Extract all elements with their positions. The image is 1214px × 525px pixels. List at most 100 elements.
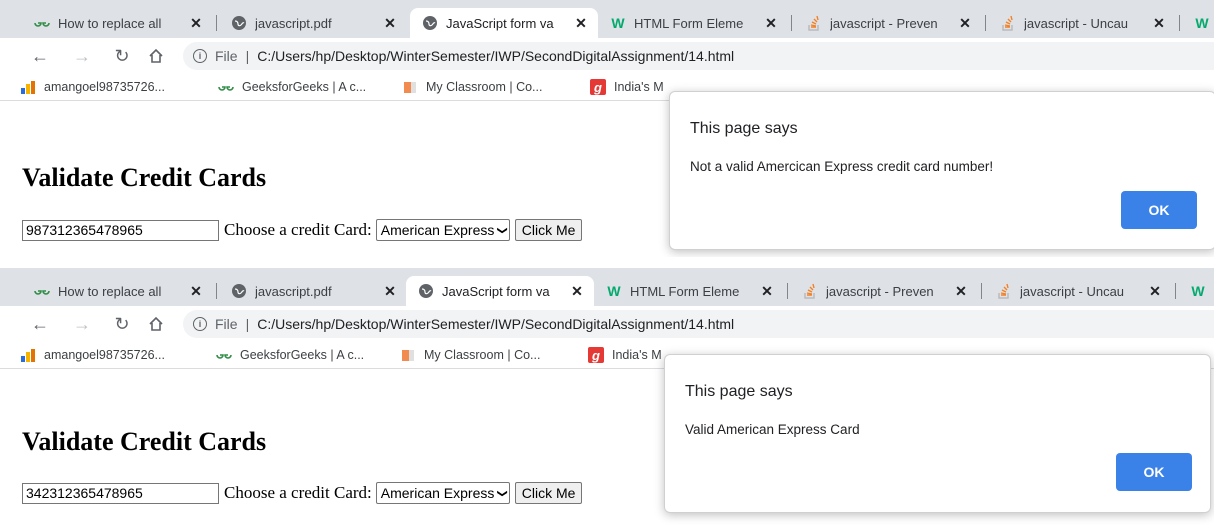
tab-divider <box>1179 15 1180 31</box>
selected-card-type: American Express <box>380 222 495 238</box>
close-icon[interactable]: ✕ <box>381 14 399 32</box>
bookmark-amangoel[interactable]: amangoel98735726... <box>20 79 165 95</box>
address-bar[interactable]: i File | C:/Users/hp/Desktop/WinterSemes… <box>183 310 1214 338</box>
home-icon[interactable] <box>144 44 168 68</box>
tab-divider <box>216 15 217 31</box>
tab-stackoverflow-uncaught[interactable]: javascript - Uncau ✕ <box>988 8 1176 38</box>
tab-label: How to replace all <box>58 15 162 31</box>
w3schools-icon: W <box>1195 15 1209 31</box>
close-icon[interactable]: ✕ <box>1150 14 1168 32</box>
tab-w3schools-partial[interactable]: W <box>1178 276 1214 306</box>
bookmark-amangoel[interactable]: amangoel98735726... <box>20 347 165 363</box>
address-bar[interactable]: i File | C:/Users/hp/Desktop/WinterSemes… <box>183 42 1214 70</box>
card-number-input[interactable]: 987312365478965 <box>22 219 219 241</box>
alert-dialog: This page says Not a valid Amercican Exp… <box>669 91 1214 250</box>
globe-icon <box>418 283 434 299</box>
close-icon[interactable]: ✕ <box>187 14 205 32</box>
browser-window-1: How to replace all ✕ javascript.pdf ✕ Ja… <box>0 0 1214 257</box>
close-icon[interactable]: ✕ <box>762 14 780 32</box>
geeksforgeeks-icon <box>218 79 234 95</box>
chevron-down-icon: ❯ <box>497 225 509 235</box>
card-form: 987312365478965 Choose a credit Card: Am… <box>22 219 583 241</box>
close-icon[interactable]: ✕ <box>572 14 590 32</box>
page-title: Validate Credit Cards <box>22 427 267 456</box>
analytics-icon <box>20 79 36 95</box>
tab-stackoverflow-prevent[interactable]: javascript - Preven ✕ <box>790 276 978 306</box>
address-toolbar: ← → ↻ i File | C:/Users/hp/Desktop/Winte… <box>0 306 1214 342</box>
geeksforgeeks-icon <box>216 347 232 363</box>
stackoverflow-icon <box>806 15 822 31</box>
close-icon[interactable]: ✕ <box>568 282 586 300</box>
tab-label: javascript - Preven <box>830 15 938 31</box>
stackoverflow-icon <box>1000 15 1016 31</box>
url-text: C:/Users/hp/Desktop/WinterSemester/IWP/S… <box>257 48 735 64</box>
tab-w3schools-partial[interactable]: W <box>1182 8 1214 38</box>
page-title: Validate Credit Cards <box>22 163 267 192</box>
info-icon[interactable]: i <box>193 49 207 63</box>
stackoverflow-icon <box>996 283 1012 299</box>
tab-javascript-form-active[interactable]: JavaScript form va ✕ <box>406 276 594 306</box>
card-type-select[interactable]: American Express ❯ <box>375 219 510 241</box>
tab-divider <box>787 283 788 299</box>
tab-gfg-replace[interactable]: How to replace all ✕ <box>22 276 213 306</box>
scheme-divider: | <box>245 316 250 332</box>
tab-gfg-replace[interactable]: How to replace all ✕ <box>22 8 213 38</box>
ok-button[interactable]: OK <box>1121 191 1197 229</box>
close-icon[interactable]: ✕ <box>956 14 974 32</box>
tab-strip: How to replace all ✕ javascript.pdf ✕ Ja… <box>0 268 1214 306</box>
tab-label: How to replace all <box>58 283 162 299</box>
w3schools-icon: W <box>611 15 625 31</box>
scheme-divider: | <box>245 48 250 64</box>
tab-w3schools-form[interactable]: W HTML Form Eleme ✕ <box>594 276 784 306</box>
dialog-message: Not a valid Amercican Express credit car… <box>690 159 994 174</box>
info-icon[interactable]: i <box>193 317 207 331</box>
back-arrow-icon[interactable]: ← <box>28 44 52 68</box>
tab-w3schools-form[interactable]: W HTML Form Eleme ✕ <box>598 8 788 38</box>
tab-stackoverflow-uncaught[interactable]: javascript - Uncau ✕ <box>984 276 1172 306</box>
bookmark-geeksforgeeks[interactable]: GeeksforGeeks | A c... <box>216 347 364 363</box>
tab-label: JavaScript form va <box>442 283 550 299</box>
tab-label: HTML Form Eleme <box>630 283 740 299</box>
dialog-title: This page says <box>690 120 798 137</box>
close-icon[interactable]: ✕ <box>952 282 970 300</box>
back-arrow-icon[interactable]: ← <box>28 312 52 336</box>
geeksforgeeks-icon <box>34 283 50 299</box>
tab-label: HTML Form Eleme <box>634 15 744 31</box>
click-me-button[interactable]: Click Me <box>514 219 583 241</box>
close-icon[interactable]: ✕ <box>758 282 776 300</box>
g-icon: g <box>588 347 604 363</box>
dialog-message: Valid American Express Card <box>685 422 860 437</box>
tab-strip: How to replace all ✕ javascript.pdf ✕ Ja… <box>0 0 1214 38</box>
close-icon[interactable]: ✕ <box>1146 282 1164 300</box>
click-me-button[interactable]: Click Me <box>514 482 583 504</box>
bookmark-classroom[interactable]: My Classroom | Co... <box>402 79 542 95</box>
reload-icon[interactable]: ↻ <box>110 312 134 336</box>
w3schools-icon: W <box>607 283 621 299</box>
bookmark-label: amangoel98735726... <box>44 80 165 94</box>
bookmark-geeksforgeeks[interactable]: GeeksforGeeks | A c... <box>218 79 366 95</box>
forward-arrow-icon[interactable]: → <box>70 312 94 336</box>
card-number-input[interactable]: 342312365478965 <box>22 482 219 504</box>
tab-divider <box>981 283 982 299</box>
reload-icon[interactable]: ↻ <box>110 44 134 68</box>
card-type-select[interactable]: American Express ❯ <box>375 482 510 504</box>
forward-arrow-icon[interactable]: → <box>70 44 94 68</box>
ok-button[interactable]: OK <box>1116 453 1192 491</box>
close-icon[interactable]: ✕ <box>187 282 205 300</box>
tab-javascript-pdf[interactable]: javascript.pdf ✕ <box>219 276 407 306</box>
tab-javascript-pdf[interactable]: javascript.pdf ✕ <box>219 8 407 38</box>
tab-label: javascript - Uncau <box>1024 15 1129 31</box>
bookmark-label: amangoel98735726... <box>44 348 165 362</box>
tab-stackoverflow-prevent[interactable]: javascript - Preven ✕ <box>794 8 982 38</box>
bookmark-india[interactable]: g India's M <box>588 347 662 363</box>
bookmark-label: GeeksforGeeks | A c... <box>242 80 367 94</box>
bookmark-india[interactable]: g India's M <box>590 79 664 95</box>
bookmark-classroom[interactable]: My Classroom | Co... <box>400 347 540 363</box>
home-icon[interactable] <box>144 312 168 336</box>
globe-icon <box>231 283 247 299</box>
tab-label: javascript.pdf <box>255 15 332 31</box>
close-icon[interactable]: ✕ <box>381 282 399 300</box>
classroom-icon <box>400 347 416 363</box>
bookmark-label: My Classroom | Co... <box>424 348 541 362</box>
tab-javascript-form-active[interactable]: JavaScript form va ✕ <box>410 8 598 38</box>
